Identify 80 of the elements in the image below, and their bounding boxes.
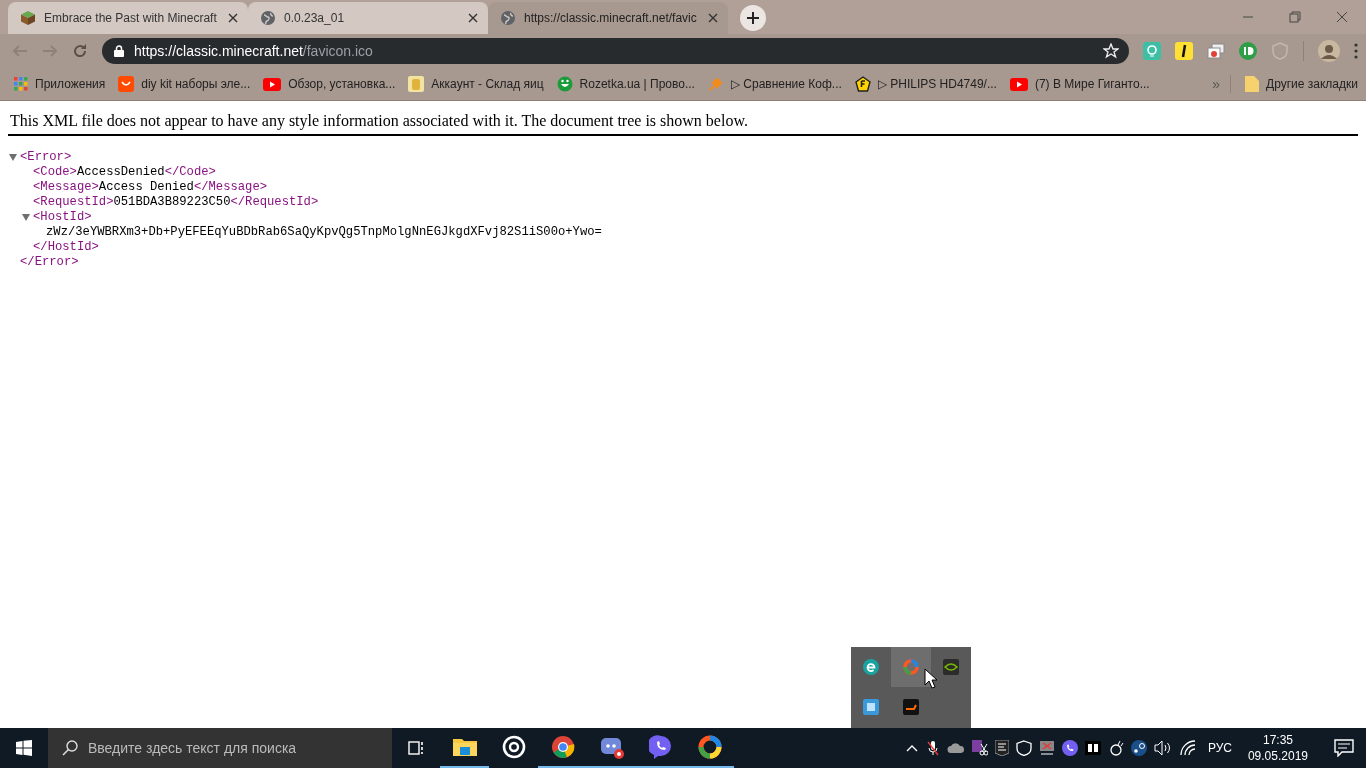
plug-icon <box>707 76 724 92</box>
jar-icon <box>408 76 425 92</box>
xml-line: zWz/3eYWBRXm3+Db+PyEFEEqYuBDbRab6SaQyKpvQg5TnpMolgNnEGJkgdXFvj82S1iS00o+Ywo= <box>46 225 602 240</box>
chat-controller-icon[interactable] <box>599 735 624 759</box>
xml-tag: <Error> <box>20 150 72 165</box>
xml-line: <Code>AccessDenied</Code> <box>33 165 216 180</box>
reload-icon[interactable] <box>72 43 88 59</box>
folder-icon <box>1245 76 1260 92</box>
mouse-cursor-icon <box>924 668 938 689</box>
bookmark-item[interactable]: (7) В Мире Гиганто... <box>1009 75 1150 93</box>
eset-logo-icon[interactable] <box>863 659 879 675</box>
apps-grid-icon <box>14 77 28 91</box>
video-play-icon <box>1009 77 1028 91</box>
arrow-tile-icon[interactable] <box>903 699 919 715</box>
windows-stack-icon[interactable] <box>1207 42 1225 60</box>
browser-tab[interactable]: Embrace the Past with Minecraft <box>8 2 248 34</box>
xml-tag: <HostId> <box>33 210 92 225</box>
video-play-icon <box>263 77 282 91</box>
bookmark-item[interactable]: ▷ PHILIPS HD4749/... <box>854 74 997 94</box>
color-ring-icon[interactable] <box>697 735 722 759</box>
restore-icon[interactable] <box>1289 11 1301 23</box>
input-language-indicator[interactable]: РУС <box>1203 741 1236 755</box>
smiley-icon <box>556 76 573 92</box>
letter-tile-extension-icon[interactable] <box>1175 42 1193 60</box>
windows-logo-icon <box>16 740 32 756</box>
muted-microphone-icon[interactable] <box>925 740 940 756</box>
browser-tab[interactable]: 0.0.23a_01 <box>248 2 488 34</box>
speaker-icon[interactable] <box>1153 740 1172 756</box>
bookmark-item[interactable]: Приложения <box>14 75 106 93</box>
shield-tile-icon[interactable] <box>994 740 1009 756</box>
globe-icon <box>260 10 276 26</box>
profile-avatar[interactable] <box>1318 40 1340 62</box>
search-field[interactable]: Введите здесь текст для поиска <box>48 728 392 768</box>
menu-icon[interactable] <box>1354 43 1358 59</box>
globe-icon <box>500 10 516 26</box>
address-bar[interactable]: https://classic.minecraft.net/favicon.ico <box>102 38 1129 64</box>
color-ring-icon[interactable] <box>903 659 919 675</box>
expand-triangle-icon[interactable] <box>9 154 17 161</box>
close-icon[interactable] <box>708 13 718 23</box>
shield-icon[interactable] <box>1015 740 1032 756</box>
bookmark-item[interactable]: Аккаунт - Склад яиц <box>408 74 544 94</box>
steam-icon[interactable] <box>1130 740 1147 756</box>
phone-bubble-icon[interactable] <box>1061 740 1078 756</box>
address-text: https://classic.minecraft.net/favicon.ico <box>134 43 374 59</box>
chrome-icon[interactable] <box>550 735 575 759</box>
xml-style-notice: This XML file does not appear to have any style information associated with it. The document tree is shown below. <box>8 101 1358 136</box>
pushbullet-extension-icon[interactable] <box>1239 42 1257 60</box>
chip-icon[interactable] <box>863 699 879 715</box>
grass-block-icon <box>20 10 36 26</box>
wifi-icon[interactable] <box>1178 740 1197 756</box>
close-icon[interactable] <box>1336 11 1348 23</box>
lock-icon <box>114 45 124 57</box>
cloud-icon[interactable] <box>946 742 965 754</box>
target-ring-icon[interactable] <box>501 735 526 759</box>
close-icon[interactable] <box>228 13 238 23</box>
star-icon[interactable] <box>1103 43 1119 59</box>
bookmark-item[interactable]: Rozetka.ua | Прово... <box>556 74 695 94</box>
bookmark-item[interactable]: diy kit наборы эле... <box>118 74 251 94</box>
expand-triangle-icon[interactable] <box>22 214 30 221</box>
xml-tag: </Error> <box>20 255 79 270</box>
folder-icon[interactable] <box>452 737 477 757</box>
new-tab-button[interactable] <box>740 5 766 31</box>
clock[interactable]: 17:35 09.05.2019 <box>1239 728 1322 768</box>
notebook-scissors-icon[interactable] <box>971 740 988 756</box>
pentagon-badge-icon <box>854 76 871 92</box>
bookmark-item[interactable]: ▷ Сравнение Коф... <box>707 74 842 94</box>
phone-bubble-icon[interactable] <box>648 735 673 759</box>
close-icon[interactable] <box>468 13 478 23</box>
browser-tab[interactable]: https://classic.minecraft.net/favic <box>488 2 728 34</box>
eye-logo-icon[interactable] <box>943 659 959 675</box>
monitor-cross-icon[interactable] <box>1038 740 1055 756</box>
other-bookmarks-folder[interactable]: Другие закладки <box>1245 74 1358 94</box>
plus-icon <box>746 11 760 25</box>
shopping-bag-icon <box>118 76 135 92</box>
xml-line: <RequestId>051BDA3B89223C50</RequestId> <box>33 195 319 210</box>
bookmark-item[interactable]: Обзор, установка... <box>263 75 396 93</box>
task-view-icon[interactable] <box>408 740 424 756</box>
notification-center-icon[interactable] <box>1334 739 1354 757</box>
xml-tag: </HostId> <box>33 240 99 255</box>
xml-line: <Message>Access Denied</Message> <box>33 180 268 195</box>
